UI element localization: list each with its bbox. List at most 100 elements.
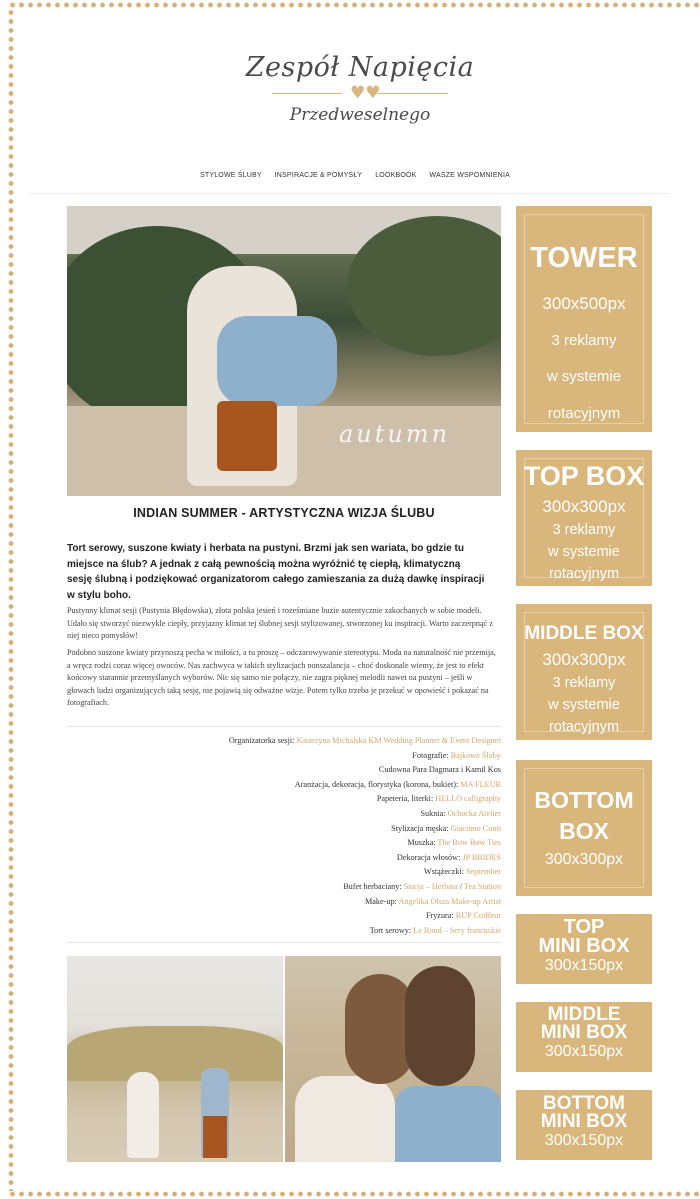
nav-divider <box>30 193 670 194</box>
ad-note: 3 reklamy <box>551 331 617 349</box>
ad-middle-mini-box[interactable]: MIDDLE MINI BOX 300x150px <box>516 1002 652 1072</box>
credit-label: Suknia: <box>420 808 446 818</box>
ornament-line-right <box>378 93 448 94</box>
credit-label: Tort serowy: <box>369 925 412 935</box>
ad-tower[interactable]: TOWER 300x500px 3 reklamy w systemie rot… <box>516 206 652 432</box>
credit-link[interactable]: Ochocka Atelier <box>448 809 501 818</box>
hero-photo[interactable]: autumn <box>67 206 501 496</box>
credit-row: Bufet herbaciany: Stacja – Herbata / Tea… <box>67 882 501 897</box>
ad-title: TOWER <box>530 242 638 274</box>
article-paragraph-1: Pustynny klimat sesji (Pustynia Błędowsk… <box>67 606 493 641</box>
ad-bottom-mini-box[interactable]: BOTTOM MINI BOX 300x150px <box>516 1090 652 1160</box>
ad-size: 300x300px <box>544 851 624 869</box>
article-lead: Tort serowy, suszone kwiaty i herbata na… <box>67 543 485 601</box>
ad-note: rotacyjnym <box>548 718 620 735</box>
ad-title-line: MINI BOX <box>540 1111 628 1133</box>
logo-ornament: ♥♥ <box>270 83 450 103</box>
credit-link[interactable]: September <box>466 867 501 876</box>
credit-label: Cudowna Para Dagmara i Kamil Kos <box>378 765 501 775</box>
credit-row: Fotografie: Bajkowe Śluby <box>67 751 501 766</box>
article-title[interactable]: INDIAN SUMMER - ARTYSTYCZNA WIZJA ŚLUBU <box>67 506 501 520</box>
photo-bride <box>127 1072 159 1158</box>
ad-note: w systemie <box>546 368 622 386</box>
credit-link[interactable]: Tea Station <box>464 882 501 891</box>
credit-link[interactable]: Katarzyna Michalska KM Wedding Planner &… <box>296 736 501 745</box>
dotted-border-bottom <box>8 1189 700 1199</box>
credit-label: Make-up: <box>364 896 397 906</box>
ad-note: rotacyjnym <box>548 565 620 582</box>
credit-row: Organizatorka sesji: Katarzyna Michalska… <box>67 736 501 751</box>
credit-link[interactable]: Stacja – Herbata <box>404 882 458 891</box>
ad-title: MIDDLE MINI BOX <box>516 1005 652 1044</box>
credit-label: Wstążeczki: <box>423 867 464 877</box>
credit-label: Papeteria, literki: <box>376 794 434 804</box>
credit-link[interactable]: JP BRIDES <box>462 853 501 862</box>
ad-title: BOTTOM BOX <box>516 785 652 847</box>
heart-icon: ♥♥ <box>350 83 381 103</box>
credit-label: Fryzura: <box>425 911 454 921</box>
logo-main-text: Zespół Napięcia <box>245 52 475 83</box>
ad-title-line: BOX <box>559 818 609 845</box>
main-nav: STYLOWE ŚLUBY INSPIRACJE & POMYSŁY LOOKB… <box>200 172 510 179</box>
ad-note: rotacyjnym <box>547 405 621 423</box>
credit-link[interactable]: Le Rond – Sery francuskie <box>413 926 501 935</box>
ad-title: BOTTOM MINI BOX <box>516 1094 652 1133</box>
credit-label: Muszka: <box>407 838 436 848</box>
credits-list: Organizatorka sesji: Katarzyna Michalska… <box>67 736 501 940</box>
credit-link[interactable]: HELLO calligraphy <box>435 794 501 803</box>
site-logo[interactable]: Zespół Napięcia ♥♥ Przedweselnego <box>230 52 490 152</box>
ornament-line-left <box>272 93 342 94</box>
credit-row: Fryzura: RUP Coiffeur <box>67 911 501 926</box>
credit-label: Stylizacja męska: <box>391 823 449 833</box>
credit-row: Muszka: The Bow Bow Ties <box>67 838 501 853</box>
credit-label: Aranżacja, dekoracja, florystyka (korona… <box>294 779 459 789</box>
ad-top-box[interactable]: TOP BOX 300x300px 3 reklamy w systemie r… <box>516 450 652 586</box>
ad-title: TOP BOX <box>523 461 645 491</box>
credit-row: Dekoracja włosów: JP BRIDES <box>67 853 501 868</box>
credit-link[interactable]: Bajkowe Śluby <box>451 751 501 760</box>
ad-note: 3 reklamy <box>552 674 616 691</box>
credit-link[interactable]: Angelika Olsza Make-up Artist <box>398 897 501 906</box>
credit-row: Papeteria, literki: HELLO calligraphy <box>67 794 501 809</box>
credits-divider-bottom <box>67 942 501 943</box>
ad-bottom-box[interactable]: BOTTOM BOX 300x300px <box>516 760 652 896</box>
credit-label: Organizatorka sesji: <box>228 736 295 745</box>
ad-title-line: MINI BOX <box>538 935 630 957</box>
ad-title-line: BOTTOM <box>534 787 634 813</box>
ad-size: 300x150px <box>544 1043 624 1061</box>
photo-trees <box>67 1026 283 1081</box>
ad-size: 300x300px <box>542 650 626 669</box>
nav-item-wasze-wspomnienia[interactable]: WASZE WSPOMNIENIA <box>429 172 510 179</box>
credit-link[interactable]: MA FLEUR <box>460 780 501 789</box>
hero-groom <box>217 316 337 406</box>
nav-item-lookbook[interactable]: LOOKBOOK <box>375 172 416 179</box>
dotted-border-top <box>8 0 700 10</box>
ad-top-mini-box[interactable]: TOP MINI BOX 300x150px <box>516 914 652 984</box>
ad-note: w systemie <box>548 543 620 560</box>
credit-row: Cudowna Para Dagmara i Kamil Kos <box>67 765 501 780</box>
credit-label: Dekoracja włosów: <box>396 852 461 862</box>
credit-row: Make-up: Angelika Olsza Make-up Artist <box>67 897 501 912</box>
ad-title: TOP MINI BOX <box>516 917 652 957</box>
credit-row: Wstążeczki: September <box>67 867 501 882</box>
hero-overlay-text: autumn <box>339 420 451 448</box>
article-paragraph-2: Podobno suszone kwiaty przynoszą pecha w… <box>67 648 496 708</box>
ad-note: w systemie <box>548 696 620 713</box>
credits-divider-top <box>67 726 501 727</box>
ad-note: 3 reklamy <box>552 521 616 538</box>
credit-row: Suknia: Ochocka Atelier <box>67 809 501 824</box>
credit-link[interactable]: Giacomo Conti <box>451 824 501 833</box>
dotted-border-left <box>6 8 16 1191</box>
credit-row: Tort serowy: Le Rond – Sery francuskie <box>67 926 501 941</box>
ad-middle-box[interactable]: MIDDLE BOX 300x300px 3 reklamy w systemi… <box>516 604 652 740</box>
credit-label: Bufet herbaciany: <box>343 881 402 891</box>
gallery-photo-couple-kiss[interactable] <box>285 956 501 1162</box>
credit-link[interactable]: RUP Coiffeur <box>456 911 501 920</box>
photo-dress <box>295 1076 395 1162</box>
nav-item-stylowe-sluby[interactable]: STYLOWE ŚLUBY <box>200 172 262 179</box>
nav-item-inspiracje[interactable]: INSPIRACJE & POMYSŁY <box>275 172 363 179</box>
ad-size: 300x150px <box>544 957 624 974</box>
ad-title-line: MINI BOX <box>540 1022 628 1044</box>
credit-link[interactable]: The Bow Bow Ties <box>438 838 501 847</box>
gallery-photo-couple-walking[interactable] <box>67 956 283 1162</box>
